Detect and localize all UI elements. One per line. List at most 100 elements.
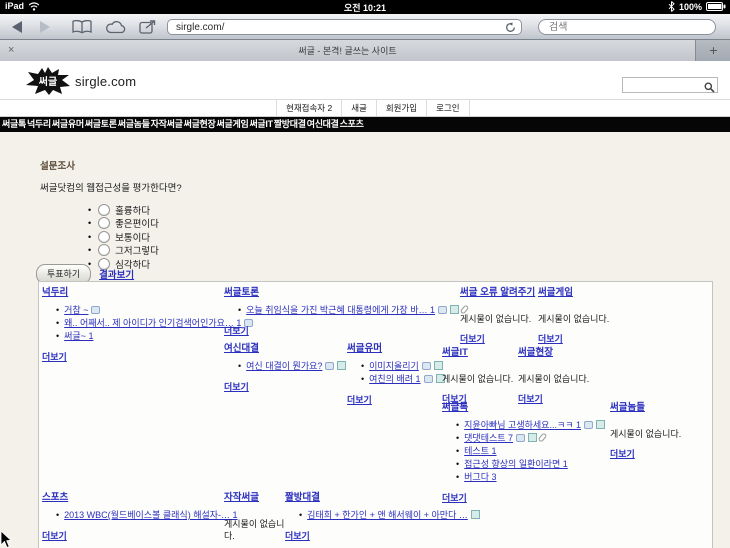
- nav-link[interactable]: 로그인: [426, 100, 469, 116]
- menu-item[interactable]: 써글톡: [2, 117, 26, 132]
- post-link[interactable]: 여신 대결이 뭔가요?: [246, 361, 322, 371]
- post-link[interactable]: 거참 ~: [64, 305, 88, 315]
- more-link[interactable]: 더보기: [347, 393, 372, 406]
- menu-item[interactable]: 써글놈들: [118, 117, 150, 132]
- option-label: 좋은편이다: [115, 216, 159, 230]
- new-tab-button[interactable]: +: [697, 40, 730, 61]
- more-link[interactable]: 더보기: [42, 350, 67, 363]
- svg-text:써글: 써글: [39, 75, 57, 88]
- image-icon: [450, 305, 459, 314]
- board-title-link[interactable]: 자작써글: [224, 489, 259, 503]
- post-link[interactable]: 지윤아빠님 고생하세요...ㅋㅋ 1: [464, 420, 581, 430]
- post-link[interactable]: 댓댓테스트 7: [464, 433, 513, 443]
- image-icon: [337, 361, 346, 370]
- list-bullet: •: [456, 420, 459, 430]
- board-title-link[interactable]: 써글놈들: [610, 399, 645, 413]
- screen: iPad 오전 10:21 100%: [0, 0, 730, 548]
- board-title-link[interactable]: 써글토론: [224, 284, 259, 298]
- nav-link[interactable]: 새글: [341, 100, 376, 116]
- post-link[interactable]: 접근성 향상의 일환이라면 1: [464, 459, 568, 469]
- clock: 오전 10:21: [0, 1, 730, 14]
- post-link[interactable]: 오늘 취임식을 가진 박근혜 대통령에게 가장 바… 1: [246, 305, 435, 315]
- comment-icon: [516, 434, 525, 442]
- more-link[interactable]: 더보기: [42, 529, 67, 542]
- list-bullet: •: [56, 305, 59, 315]
- survey-options: •훌륭하다•좋은편이다•보통이다•그저그렇다•심각하다: [88, 203, 159, 271]
- survey-option: •그저그렇다: [88, 244, 159, 258]
- radio-button[interactable]: [98, 244, 110, 256]
- board-title-link[interactable]: 써글유머: [347, 340, 382, 354]
- radio-button[interactable]: [98, 204, 110, 216]
- comment-icon: [424, 375, 433, 383]
- board-title-link[interactable]: 넉두리: [42, 284, 68, 298]
- post-link[interactable]: 여친의 배려 1: [369, 374, 420, 384]
- mouse-cursor: [0, 531, 12, 548]
- menu-item[interactable]: 써글토론: [85, 117, 117, 132]
- menu-item[interactable]: 써글IT: [249, 117, 272, 132]
- more-link[interactable]: 더보기: [224, 380, 249, 393]
- list-bullet: •: [456, 446, 459, 456]
- post-link[interactable]: 버그다 3: [464, 472, 496, 482]
- more-link[interactable]: 더보기: [610, 447, 635, 460]
- survey-option: •보통이다: [88, 230, 159, 244]
- post-link[interactable]: 이미지올리기: [369, 361, 419, 371]
- board-title-link[interactable]: 써글 오류 알려주기: [460, 284, 535, 298]
- board-title-link[interactable]: 짤방대결: [285, 489, 320, 503]
- empty-board-text: 게시물이 없습니다.: [538, 313, 633, 325]
- board-body: 게시물이 없습니다.: [538, 313, 633, 325]
- nav-link[interactable]: 회원가입: [376, 100, 426, 116]
- share-icon[interactable]: [139, 18, 158, 35]
- survey-question: 써글닷컴의 웹접근성을 평가한다면?: [40, 180, 182, 194]
- list-bullet: •: [88, 245, 91, 255]
- board-body: •오늘 취임식을 가진 박근혜 대통령에게 가장 바… 1: [224, 304, 466, 317]
- menu-item[interactable]: 써글유머: [52, 117, 84, 132]
- board-title-link[interactable]: 여신대결: [224, 340, 259, 354]
- radio-button[interactable]: [98, 231, 110, 243]
- results-link[interactable]: 결과보기: [99, 267, 134, 281]
- forward-button[interactable]: [40, 18, 50, 35]
- board-item: • 지윤아빠님 고생하세요...ㅋㅋ 1: [456, 419, 622, 432]
- tab-sirgle[interactable]: × 써글 - 본격! 글쓰는 사이트: [0, 40, 696, 61]
- search-icon[interactable]: [704, 80, 715, 98]
- radio-button[interactable]: [98, 217, 110, 229]
- post-link[interactable]: 테스트 1: [464, 446, 496, 456]
- menu-item[interactable]: 자작써글: [151, 117, 183, 132]
- board-body: •2013 WBC(월드베이스볼 클래식) 해설자-… 1: [42, 509, 232, 522]
- post-link[interactable]: 김태희 + 한가인 + 앤 해서웨이 + 아만다 …: [307, 510, 468, 520]
- status-bar: iPad 오전 10:21 100%: [0, 0, 730, 14]
- back-button[interactable]: [12, 18, 22, 35]
- board-title-link[interactable]: 써글IT: [442, 344, 468, 358]
- address-bar[interactable]: sirgle.com/: [167, 19, 522, 35]
- list-bullet: •: [88, 232, 91, 242]
- board-title-link[interactable]: 써글게임: [538, 284, 573, 298]
- url-text: sirgle.com/: [176, 22, 224, 33]
- icloud-tabs-icon[interactable]: [105, 18, 127, 35]
- menu-item[interactable]: 넉두리: [27, 117, 51, 132]
- board-item: • 거참 ~: [56, 304, 232, 317]
- site-logo[interactable]: 써글 sirgle.com: [26, 67, 136, 95]
- comment-icon: [584, 421, 593, 429]
- board-item: •댓댓테스트 7: [456, 432, 622, 445]
- more-link[interactable]: 더보기: [285, 529, 310, 542]
- list-bullet: •: [56, 510, 59, 520]
- list-bullet: •: [361, 361, 364, 371]
- menu-item[interactable]: 써글게임: [217, 117, 249, 132]
- post-link[interactable]: 왜.. 어째서.. 제 아이디가 인기검색어인가요… 1: [64, 318, 241, 328]
- menu-item[interactable]: 여신대결: [307, 117, 339, 132]
- board-item: •왜.. 어째서.. 제 아이디가 인기검색어인가요… 1: [56, 317, 232, 330]
- more-link[interactable]: 더보기: [224, 324, 249, 337]
- empty-board-text: 게시물이 없습니다.: [610, 428, 710, 440]
- bookmarks-icon[interactable]: [72, 18, 92, 35]
- menu-item[interactable]: 써글현장: [184, 117, 216, 132]
- menu-item[interactable]: 스포츠: [340, 117, 364, 132]
- post-link[interactable]: 2013 WBC(월드베이스볼 클래식) 해설자-… 1: [64, 510, 237, 520]
- main-menu-bar: 써글톡넉두리써글유머써글토론써글놈들자작써글써글현장써글게임써글IT짤방대결여신…: [0, 117, 730, 132]
- post-link[interactable]: 써글~ 1: [64, 331, 93, 341]
- board-title-link[interactable]: 써글현장: [518, 344, 553, 358]
- menu-item[interactable]: 짤방대결: [274, 117, 306, 132]
- refresh-icon[interactable]: [505, 22, 516, 39]
- board-title-link[interactable]: 스포츠: [42, 489, 68, 503]
- board-title-link[interactable]: 써글톡: [442, 399, 468, 413]
- list-bullet: •: [56, 331, 59, 341]
- browser-search-input[interactable]: [538, 19, 716, 35]
